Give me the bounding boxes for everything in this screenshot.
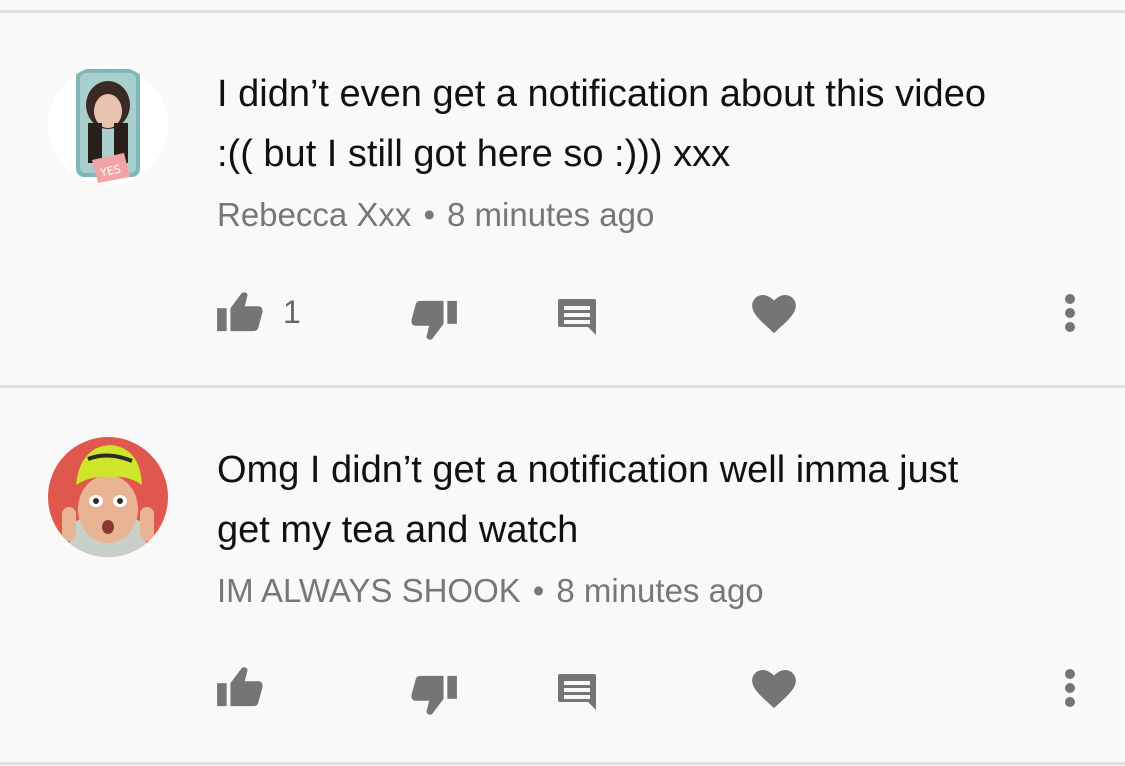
reply-button[interactable]: [556, 297, 598, 337]
comment-meta: IM ALWAYS SHOOK • 8 minutes ago: [217, 572, 764, 610]
like-count: 1: [283, 293, 301, 330]
comment-text-line: :(( but I still got here so :))) xxx: [217, 133, 731, 175]
more-vertical-icon: [1065, 294, 1075, 332]
thumbs-up-icon: [217, 292, 263, 332]
avatar-image: YES: [48, 65, 168, 185]
thumbs-down-icon: [411, 675, 457, 715]
thumbs-down-icon: [411, 300, 457, 340]
avatar-image: [48, 437, 168, 557]
heart-button[interactable]: [752, 670, 796, 710]
reply-comment-icon: [558, 674, 596, 710]
comment-item: Omg I didn’t get a notification well imm…: [0, 388, 1125, 760]
meta-separator: •: [423, 196, 435, 233]
comment-text: Omg I didn’t get a notification well imm…: [217, 440, 1097, 560]
avatar[interactable]: [48, 437, 168, 557]
like-button[interactable]: 1: [217, 291, 301, 333]
avatar[interactable]: YES: [48, 65, 168, 185]
heart-icon: [752, 295, 796, 334]
dislike-button[interactable]: [411, 674, 457, 716]
reply-comment-icon: [558, 299, 596, 335]
timestamp[interactable]: 8 minutes ago: [447, 196, 654, 233]
comments-list: YES I didn’t even get a notification abo…: [0, 0, 1125, 766]
author-name[interactable]: Rebecca Xxx: [217, 196, 411, 233]
comment-item: YES I didn’t even get a notification abo…: [0, 13, 1125, 385]
heart-button[interactable]: [752, 295, 796, 335]
like-button[interactable]: [217, 666, 283, 708]
comment-text-line: get my tea and watch: [217, 509, 579, 551]
divider: [0, 762, 1125, 765]
comment-meta: Rebecca Xxx • 8 minutes ago: [217, 196, 654, 234]
comment-text-line: Omg I didn’t get a notification well imm…: [217, 449, 959, 491]
reply-button[interactable]: [556, 672, 598, 712]
thumbs-up-icon: [217, 667, 263, 707]
dislike-button[interactable]: [411, 299, 457, 341]
comment-text: I didn’t even get a notification about t…: [217, 64, 1097, 184]
author-name[interactable]: IM ALWAYS SHOOK: [217, 572, 521, 609]
more-vertical-icon: [1065, 669, 1075, 707]
more-options-button[interactable]: [1063, 668, 1077, 708]
meta-separator: •: [532, 572, 545, 609]
comment-text-line: I didn’t even get a notification about t…: [217, 73, 986, 115]
more-options-button[interactable]: [1063, 293, 1077, 333]
timestamp[interactable]: 8 minutes ago: [556, 572, 763, 609]
heart-icon: [752, 670, 796, 709]
